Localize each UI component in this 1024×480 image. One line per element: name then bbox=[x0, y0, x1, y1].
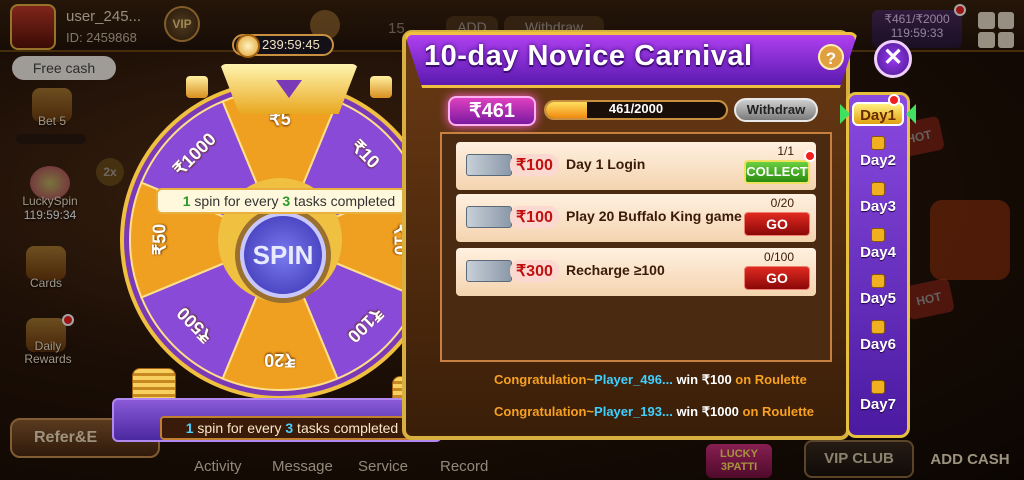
chevron-left-icon bbox=[906, 104, 916, 124]
day-label: Day3 bbox=[860, 198, 896, 215]
collect-button[interactable]: COLLECT bbox=[744, 160, 810, 184]
withdraw-button[interactable]: Withdraw bbox=[734, 98, 818, 122]
day-label: Day4 bbox=[860, 244, 896, 261]
day-label: Day5 bbox=[860, 290, 896, 307]
base-text: spin for every bbox=[193, 420, 286, 436]
collect-dot bbox=[804, 150, 816, 162]
task-name: Play 20 Buffalo King game bbox=[566, 208, 742, 224]
day-label: Day2 bbox=[860, 152, 896, 169]
alarm-clock-icon bbox=[236, 34, 260, 58]
feed-amount: ₹1000 bbox=[701, 404, 739, 419]
day-label: Day7 bbox=[860, 396, 896, 413]
lock-icon bbox=[871, 380, 885, 394]
feed-win: win bbox=[672, 404, 702, 419]
task-progress: 0/20 bbox=[770, 196, 794, 210]
tab-day-2[interactable]: Day2 bbox=[850, 136, 906, 169]
tab-day-3[interactable]: Day3 bbox=[850, 182, 906, 215]
feed-win: win bbox=[672, 372, 702, 387]
tooltip-tasks: 3 bbox=[282, 193, 291, 209]
close-icon[interactable]: ✕ bbox=[874, 40, 912, 78]
feed-prefix: Congratulation~ bbox=[494, 404, 595, 419]
spin-tooltip: 1 spin for every 3 tasks completed bbox=[156, 188, 422, 214]
task-reward: ₹100 bbox=[510, 154, 559, 176]
feed-suffix: on Roulette bbox=[738, 404, 815, 419]
feed-amount: ₹100 bbox=[701, 372, 732, 387]
task-reward: ₹100 bbox=[510, 206, 559, 228]
feed-suffix: on Roulette bbox=[731, 372, 807, 387]
wheel-pointer-icon bbox=[276, 80, 302, 98]
tab-day-4[interactable]: Day4 bbox=[850, 228, 906, 261]
progress-text: 461/2000 bbox=[608, 101, 664, 116]
task-progress: 0/100 bbox=[763, 250, 794, 264]
task-name: Day 1 Login bbox=[566, 156, 646, 172]
task-row: ₹100 Play 20 Buffalo King game 0/20 GO bbox=[456, 194, 816, 242]
wheel-segment-label: ₹20 bbox=[264, 350, 296, 370]
spin-button[interactable]: SPIN bbox=[240, 212, 326, 298]
tab-day-1[interactable]: Day1 bbox=[852, 102, 904, 126]
winner-feed-item: Congratulation~Player_193... win ₹1000 o… bbox=[494, 404, 834, 420]
tooltip-count: 1 bbox=[182, 193, 191, 209]
cash-bill-icon bbox=[466, 260, 512, 282]
tab-day-7[interactable]: Day7 bbox=[850, 380, 906, 413]
task-row: ₹100 Day 1 Login 1/1 COLLECT bbox=[456, 142, 816, 190]
base-text-end: tasks completed bbox=[293, 420, 399, 436]
tab-day-5[interactable]: Day5 bbox=[850, 274, 906, 307]
tab-day-6[interactable]: Day6 bbox=[850, 320, 906, 353]
day1-dot bbox=[888, 94, 900, 106]
task-name: Recharge ≥100 bbox=[566, 262, 665, 278]
cash-bill-icon bbox=[466, 154, 512, 176]
base-tasks: 3 bbox=[285, 420, 294, 436]
task-reward: ₹300 bbox=[510, 260, 559, 282]
tooltip-text-end: tasks completed bbox=[290, 193, 396, 209]
chevron-right-icon bbox=[840, 104, 850, 124]
lock-icon bbox=[871, 274, 885, 288]
day-label: Day6 bbox=[860, 336, 896, 353]
lock-icon bbox=[871, 136, 885, 150]
lock-icon bbox=[871, 320, 885, 334]
go-button[interactable]: GO bbox=[744, 212, 810, 236]
task-row: ₹300 Recharge ≥100 0/100 GO bbox=[456, 248, 816, 296]
balance-badge: ₹461 bbox=[448, 96, 536, 126]
wheel-segment-label: ₹50 bbox=[149, 223, 170, 256]
go-button[interactable]: GO bbox=[744, 266, 810, 290]
feed-player: Player_193... bbox=[594, 404, 673, 419]
feed-prefix: Congratulation~ bbox=[494, 372, 595, 387]
base-info-bar: 1 spin for every 3 tasks completed bbox=[160, 416, 424, 440]
base-count: 1 bbox=[185, 420, 194, 436]
task-progress: 1/1 bbox=[777, 144, 794, 158]
lock-icon bbox=[871, 182, 885, 196]
winner-feed-item: Congratulation~Player_496... win ₹100 on… bbox=[494, 372, 834, 388]
lock-icon bbox=[871, 228, 885, 242]
cash-bill-icon bbox=[466, 206, 512, 228]
tooltip-text: spin for every bbox=[190, 193, 283, 209]
carnival-title: 10-day Novice Carnival bbox=[424, 40, 753, 72]
help-icon[interactable]: ? bbox=[818, 44, 844, 70]
feed-player: Player_496... bbox=[594, 372, 673, 387]
